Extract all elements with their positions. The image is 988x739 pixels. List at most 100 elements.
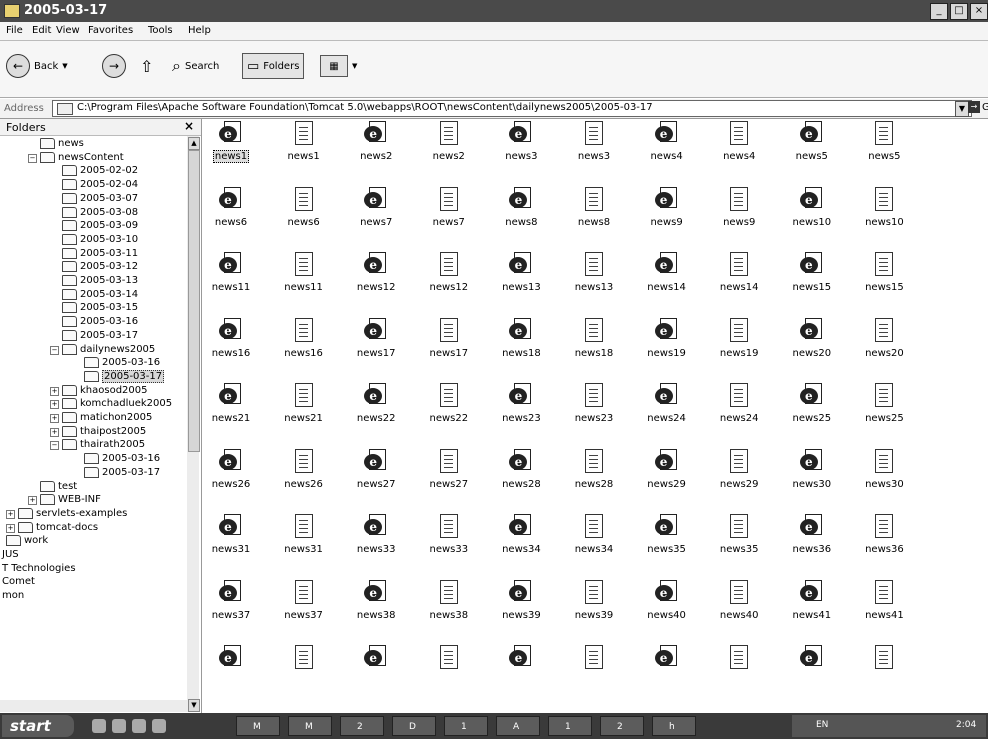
tree-item[interactable]: mon	[2, 589, 24, 602]
file-item[interactable]: news35	[707, 512, 771, 570]
file-item[interactable]: news41	[852, 578, 916, 636]
file-item[interactable]: news30	[852, 447, 916, 505]
tree-item[interactable]: 2005-02-04	[62, 178, 138, 191]
tree-expander[interactable]: −	[50, 441, 59, 451]
file-item[interactable]: e news9	[635, 185, 699, 243]
tree-expander[interactable]: +	[6, 523, 15, 533]
file-item[interactable]: news6	[272, 185, 336, 243]
file-item[interactable]: news7	[417, 185, 481, 243]
tree-expander[interactable]: +	[50, 400, 59, 410]
file-item[interactable]: e news12	[344, 250, 408, 308]
file-item[interactable]: e news28	[489, 447, 553, 505]
menu-file[interactable]: File	[6, 25, 23, 36]
file-item[interactable]: e news37	[199, 578, 263, 636]
tree-item[interactable]: thaipost2005	[62, 425, 146, 438]
menu-favorites[interactable]: Favorites	[88, 25, 133, 36]
up-button[interactable]: ⇧	[140, 53, 153, 79]
taskbar-window-button[interactable]: 2	[600, 716, 644, 736]
file-item[interactable]: news3	[562, 119, 626, 177]
file-item[interactable]: news22	[417, 381, 481, 439]
file-item[interactable]: e news36	[780, 512, 844, 570]
file-item[interactable]: news29	[707, 447, 771, 505]
file-item[interactable]: e	[344, 643, 408, 701]
file-item[interactable]: e news13	[489, 250, 553, 308]
file-item[interactable]: e news11	[199, 250, 263, 308]
file-item[interactable]	[562, 643, 626, 701]
file-item[interactable]: news33	[417, 512, 481, 570]
menu-tools[interactable]: Tools	[148, 25, 173, 36]
file-item[interactable]: e news4	[635, 119, 699, 177]
tree-expander[interactable]: +	[50, 427, 59, 437]
tree-item[interactable]: khaosod2005	[62, 384, 148, 397]
file-item[interactable]: news11	[272, 250, 336, 308]
file-item[interactable]: e news24	[635, 381, 699, 439]
menu-help[interactable]: Help	[188, 25, 211, 36]
start-button[interactable]: start	[2, 715, 74, 737]
file-item[interactable]	[707, 643, 771, 701]
menu-edit[interactable]: Edit	[32, 25, 51, 36]
file-item[interactable]: news27	[417, 447, 481, 505]
file-item[interactable]: e news7	[344, 185, 408, 243]
file-item[interactable]: news13	[562, 250, 626, 308]
file-item[interactable]: news2	[417, 119, 481, 177]
file-item[interactable]: e news23	[489, 381, 553, 439]
tree-expander[interactable]: +	[6, 509, 15, 519]
file-item[interactable]: e	[199, 643, 263, 701]
close-button[interactable]: ×	[970, 3, 988, 20]
file-item[interactable]: e news17	[344, 316, 408, 374]
tree-item[interactable]: thairath2005	[62, 438, 145, 451]
folders-horizontal-scrollbar[interactable]	[0, 700, 187, 712]
file-item[interactable]: news17	[417, 316, 481, 374]
file-item[interactable]	[852, 643, 916, 701]
tree-item[interactable]: 2005-03-14	[62, 288, 138, 301]
taskbar-window-button[interactable]: M	[288, 716, 332, 736]
file-item[interactable]: e news2	[344, 119, 408, 177]
tree-item[interactable]: tomcat-docs	[18, 521, 98, 534]
file-item[interactable]: news26	[272, 447, 336, 505]
file-item[interactable]: news31	[272, 512, 336, 570]
file-item[interactable]: e news31	[199, 512, 263, 570]
taskbar-window-button[interactable]: 1	[548, 716, 592, 736]
file-item[interactable]: e news25	[780, 381, 844, 439]
file-item[interactable]: e news34	[489, 512, 553, 570]
file-item[interactable]: e news1	[199, 119, 263, 177]
file-item[interactable]: e news26	[199, 447, 263, 505]
address-dropdown-button[interactable]: ▼	[955, 101, 969, 117]
tree-expander[interactable]: +	[50, 414, 59, 423]
file-item[interactable]: e news5	[780, 119, 844, 177]
file-item[interactable]: news15	[852, 250, 916, 308]
file-item[interactable]: e news20	[780, 316, 844, 374]
file-item[interactable]: news38	[417, 578, 481, 636]
tree-item[interactable]: dailynews2005	[62, 343, 155, 356]
file-item[interactable]: news20	[852, 316, 916, 374]
tree-item[interactable]: 2005-03-17	[84, 466, 160, 479]
address-input[interactable]: C:\Program Files\Apache Software Foundat…	[52, 100, 972, 117]
file-item[interactable]: news16	[272, 316, 336, 374]
tree-expander[interactable]: −	[28, 153, 37, 163]
forward-button[interactable]: →	[102, 53, 126, 79]
tree-item[interactable]: 2005-03-07	[62, 192, 138, 205]
tree-item[interactable]: 2005-03-10	[62, 233, 138, 246]
tree-item[interactable]: newsContent	[40, 151, 124, 164]
taskbar-window-button[interactable]: h	[652, 716, 696, 736]
taskbar-window-button[interactable]: 2	[340, 716, 384, 736]
minimize-button[interactable]: _	[930, 3, 948, 20]
file-item[interactable]: news9	[707, 185, 771, 243]
tree-item[interactable]: matichon2005	[62, 411, 152, 424]
file-item[interactable]: news36	[852, 512, 916, 570]
file-item[interactable]: e news10	[780, 185, 844, 243]
file-item[interactable]: news1	[272, 119, 336, 177]
file-item[interactable]	[417, 643, 481, 701]
file-item[interactable]: news12	[417, 250, 481, 308]
file-item[interactable]: e news19	[635, 316, 699, 374]
maximize-button[interactable]: □	[950, 3, 968, 20]
tree-item[interactable]: 2005-02-02	[62, 164, 138, 177]
tree-item[interactable]: JUS	[2, 548, 19, 561]
file-item[interactable]: e	[780, 643, 844, 701]
file-item[interactable]: e news14	[635, 250, 699, 308]
file-item[interactable]: news37	[272, 578, 336, 636]
back-button[interactable]: ← Back ▼	[6, 53, 68, 79]
tree-item[interactable]: 2005-03-11	[62, 247, 138, 260]
file-item[interactable]: e news35	[635, 512, 699, 570]
search-button[interactable]: ⌕ Search	[172, 53, 219, 79]
